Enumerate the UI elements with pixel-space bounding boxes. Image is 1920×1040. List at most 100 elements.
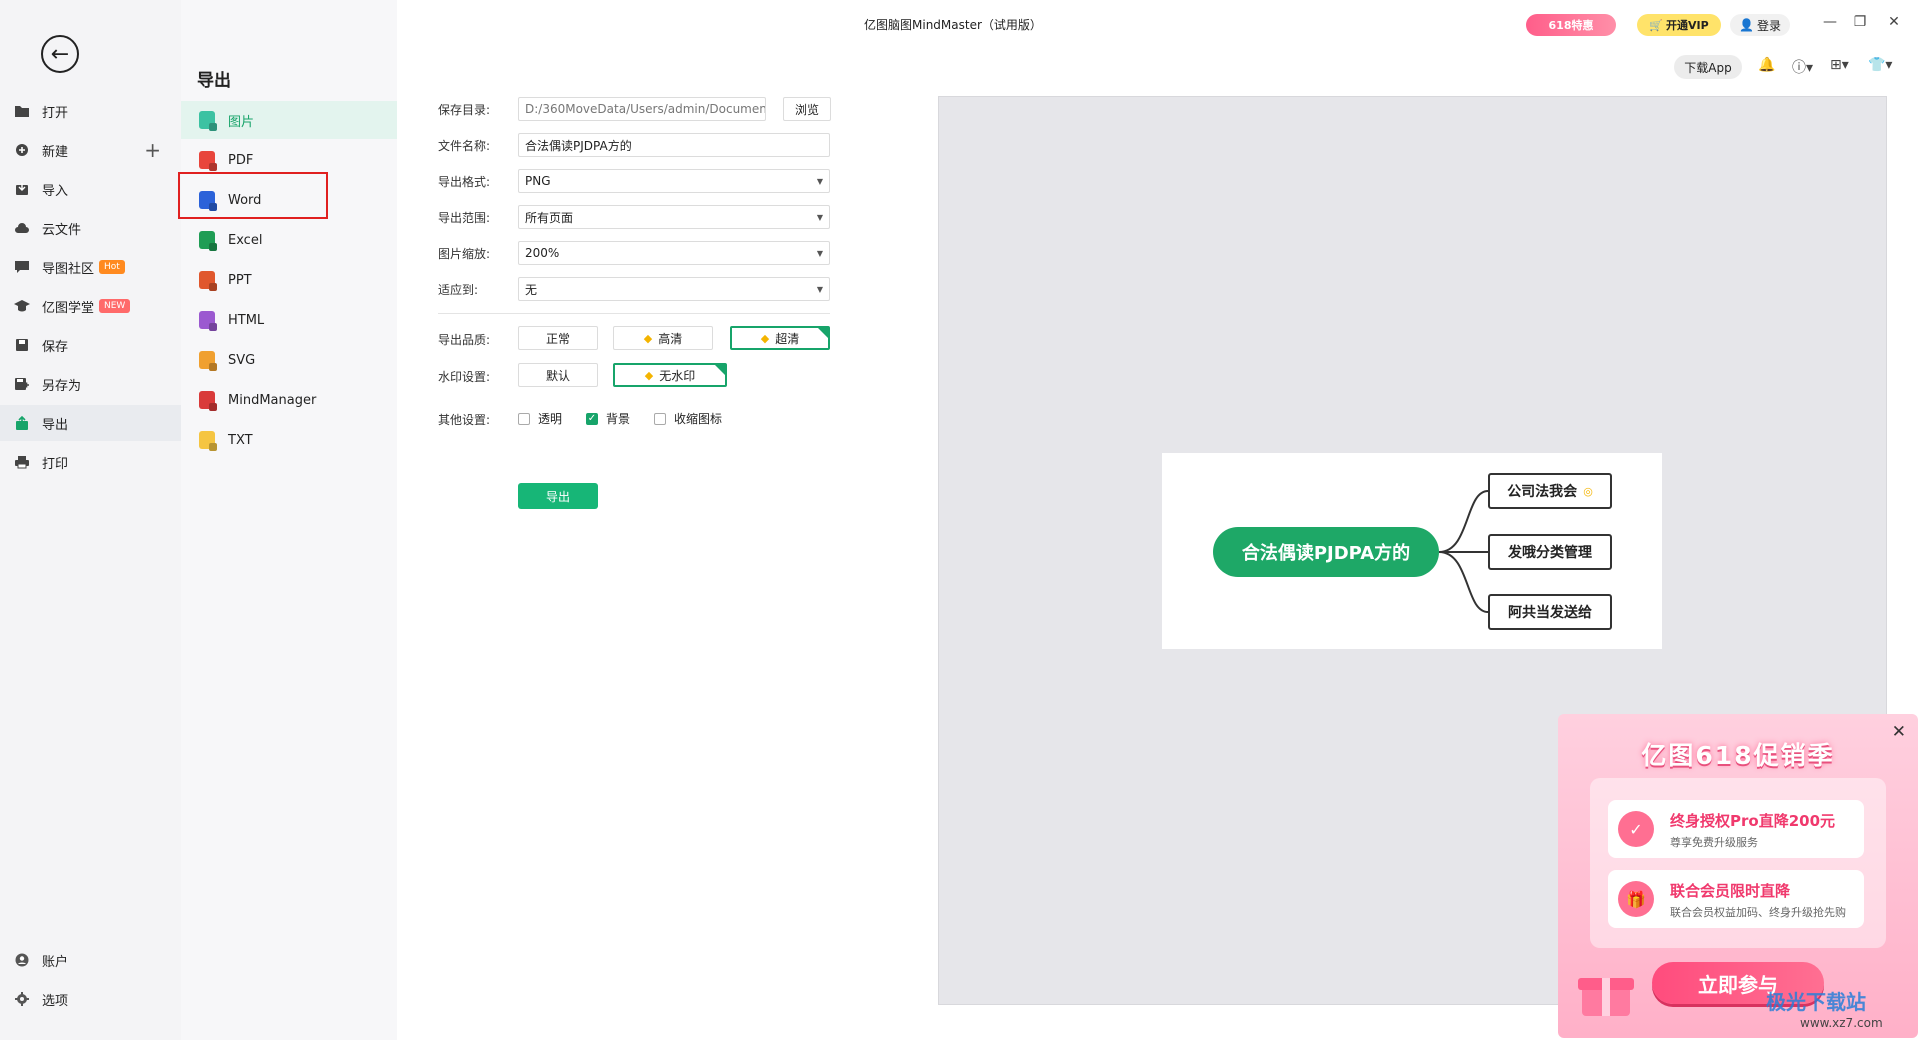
checkbox-label: 背景 xyxy=(606,412,631,426)
theme-icon[interactable]: 👕▾ xyxy=(1868,57,1892,73)
close-icon[interactable]: ✕ xyxy=(1884,14,1904,30)
fit-select-value: 无 xyxy=(525,282,538,297)
download-app-button[interactable]: 下载App xyxy=(1674,55,1742,79)
print-icon xyxy=(14,455,30,469)
vip-label: 开通VIP xyxy=(1666,19,1709,32)
quality-uhd-button[interactable]: ◆ 超清 xyxy=(730,326,830,350)
sidebar-item-label: 选项 xyxy=(42,993,69,1009)
format-label: PPT xyxy=(228,272,252,288)
txt-file-icon xyxy=(199,431,215,449)
save-dir-label: 保存目录: xyxy=(438,103,491,117)
format-label: MindManager xyxy=(228,392,317,408)
shield-check-icon: ✓ xyxy=(1618,811,1654,847)
apps-grid-icon[interactable]: ⊞▾ xyxy=(1830,57,1849,73)
gear-icon xyxy=(14,992,30,1006)
arrow-left-icon: ← xyxy=(50,41,70,67)
quality-hd-label: 高清 xyxy=(658,331,683,346)
format-ppt[interactable]: PPT xyxy=(181,261,397,299)
range-select[interactable]: 所有页面 ▼ xyxy=(518,205,830,229)
promo-card-pro[interactable]: ✓ 终身授权Pro直降200元 尊享免费升级服务 xyxy=(1608,800,1864,858)
sidebar-item-community[interactable]: 导图社区 Hot xyxy=(0,249,181,285)
vip-button[interactable]: 🛒 开通VIP xyxy=(1637,14,1721,36)
sidebar-item-save-as[interactable]: 另存为 xyxy=(0,366,181,402)
pdf-file-icon xyxy=(199,151,215,169)
bell-icon[interactable]: 🔔 xyxy=(1758,57,1775,73)
format-label: TXT xyxy=(228,432,253,448)
form-divider xyxy=(438,313,830,314)
fit-select[interactable]: 无 ▼ xyxy=(518,277,830,301)
format-label: HTML xyxy=(228,312,265,328)
svg-file-icon xyxy=(199,351,215,369)
mindmap-branch-node: 阿共当发送给 xyxy=(1488,594,1612,630)
add-icon[interactable]: + xyxy=(144,138,161,162)
format-label: PDF xyxy=(228,152,254,168)
watermark-none-button[interactable]: ◆ 无水印 xyxy=(613,363,727,387)
file-sidebar: ← 打开 新建 + 导入 云文件 导图社区 Hot 亿图学堂 NEW 保存 另存… xyxy=(0,0,181,1040)
save-as-icon xyxy=(14,377,30,391)
restore-icon[interactable]: ❐ xyxy=(1850,14,1870,30)
sidebar-item-label: 导图社区 xyxy=(42,261,95,277)
format-image[interactable]: 图片 xyxy=(181,101,397,139)
sidebar-item-label: 保存 xyxy=(42,339,69,355)
minimize-icon[interactable]: — xyxy=(1820,14,1840,30)
chat-icon xyxy=(14,260,30,274)
format-label: 图片 xyxy=(228,114,255,130)
quality-normal-button[interactable]: 正常 xyxy=(518,326,598,350)
sidebar-item-import[interactable]: 导入 xyxy=(0,171,181,207)
hot-badge: Hot xyxy=(99,260,125,274)
export-icon xyxy=(14,416,30,430)
cart-icon: 🛒 xyxy=(1649,18,1664,32)
format-svg[interactable]: SVG xyxy=(181,341,397,379)
export-button[interactable]: 导出 xyxy=(518,483,598,509)
sidebar-item-label: 亿图学堂 xyxy=(42,300,95,316)
format-txt[interactable]: TXT xyxy=(181,421,397,459)
browse-button[interactable]: 浏览 xyxy=(783,97,831,121)
sidebar-item-label: 导出 xyxy=(42,417,69,433)
file-name-input[interactable]: 合法偶读PJDPA方的 xyxy=(518,133,830,157)
sidebar-item-cloud[interactable]: 云文件 xyxy=(0,210,181,246)
scale-select-value: 200% xyxy=(525,246,560,260)
window-title: 亿图脑图MindMaster（试用版） xyxy=(864,18,1042,32)
promo-badge[interactable]: 618特惠 xyxy=(1526,14,1616,36)
sidebar-item-new[interactable]: 新建 + xyxy=(0,132,181,168)
sidebar-item-academy[interactable]: 亿图学堂 NEW xyxy=(0,288,181,324)
promo-card-member[interactable]: 🎁 联合会员限时直降 联合会员权益加码、终身升级抢先购 xyxy=(1608,870,1864,928)
sidebar-item-print[interactable]: 打印 xyxy=(0,444,181,480)
format-mindmanager[interactable]: MindManager xyxy=(181,381,397,419)
format-label: Excel xyxy=(228,232,263,248)
watermark-default-button[interactable]: 默认 xyxy=(518,363,598,387)
sidebar-item-save[interactable]: 保存 xyxy=(0,327,181,363)
save-dir-input[interactable]: D:/360MoveData/Users/admin/Documents xyxy=(518,97,766,121)
help-icon[interactable]: ⓘ▾ xyxy=(1792,57,1813,77)
collapse-icon-checkbox[interactable]: 收缩图标 xyxy=(654,410,722,427)
scale-select[interactable]: 200% ▼ xyxy=(518,241,830,265)
background-checkbox[interactable]: ✓ 背景 xyxy=(586,410,630,427)
fit-label: 适应到: xyxy=(438,283,479,297)
login-button[interactable]: 👤 登录 xyxy=(1730,14,1790,36)
back-button[interactable]: ← xyxy=(41,35,79,73)
user-icon xyxy=(14,953,30,967)
cloud-icon xyxy=(14,221,30,235)
chevron-down-icon: ▼ xyxy=(816,284,823,294)
mindmap-branch-node: 公司法我会 ◎ xyxy=(1488,473,1612,509)
other-settings-label: 其他设置: xyxy=(438,413,491,427)
transparent-checkbox[interactable]: 透明 xyxy=(518,410,562,427)
sidebar-item-export[interactable]: 导出 xyxy=(0,405,181,441)
range-select-value: 所有页面 xyxy=(525,210,574,225)
close-icon[interactable]: ✕ xyxy=(1892,722,1906,742)
format-html[interactable]: HTML xyxy=(181,301,397,339)
popup-title: 亿图618促销季 xyxy=(1641,741,1835,770)
format-label: SVG xyxy=(228,352,256,368)
save-icon xyxy=(14,338,30,352)
sidebar-item-open[interactable]: 打开 xyxy=(0,93,181,129)
import-icon xyxy=(14,182,30,196)
note-icon: ◎ xyxy=(1583,484,1593,498)
sidebar-item-label: 云文件 xyxy=(42,222,82,238)
sidebar-item-account[interactable]: 账户 xyxy=(0,942,181,978)
mindmap-branch-node: 发哦分类管理 xyxy=(1488,534,1612,570)
format-excel[interactable]: Excel xyxy=(181,221,397,259)
quality-hd-button[interactable]: ◆ 高清 xyxy=(613,326,713,350)
site-watermark-url: www.xz7.com xyxy=(1800,1016,1883,1030)
sidebar-item-options[interactable]: 选项 xyxy=(0,981,181,1017)
format-select[interactable]: PNG ▼ xyxy=(518,169,830,193)
